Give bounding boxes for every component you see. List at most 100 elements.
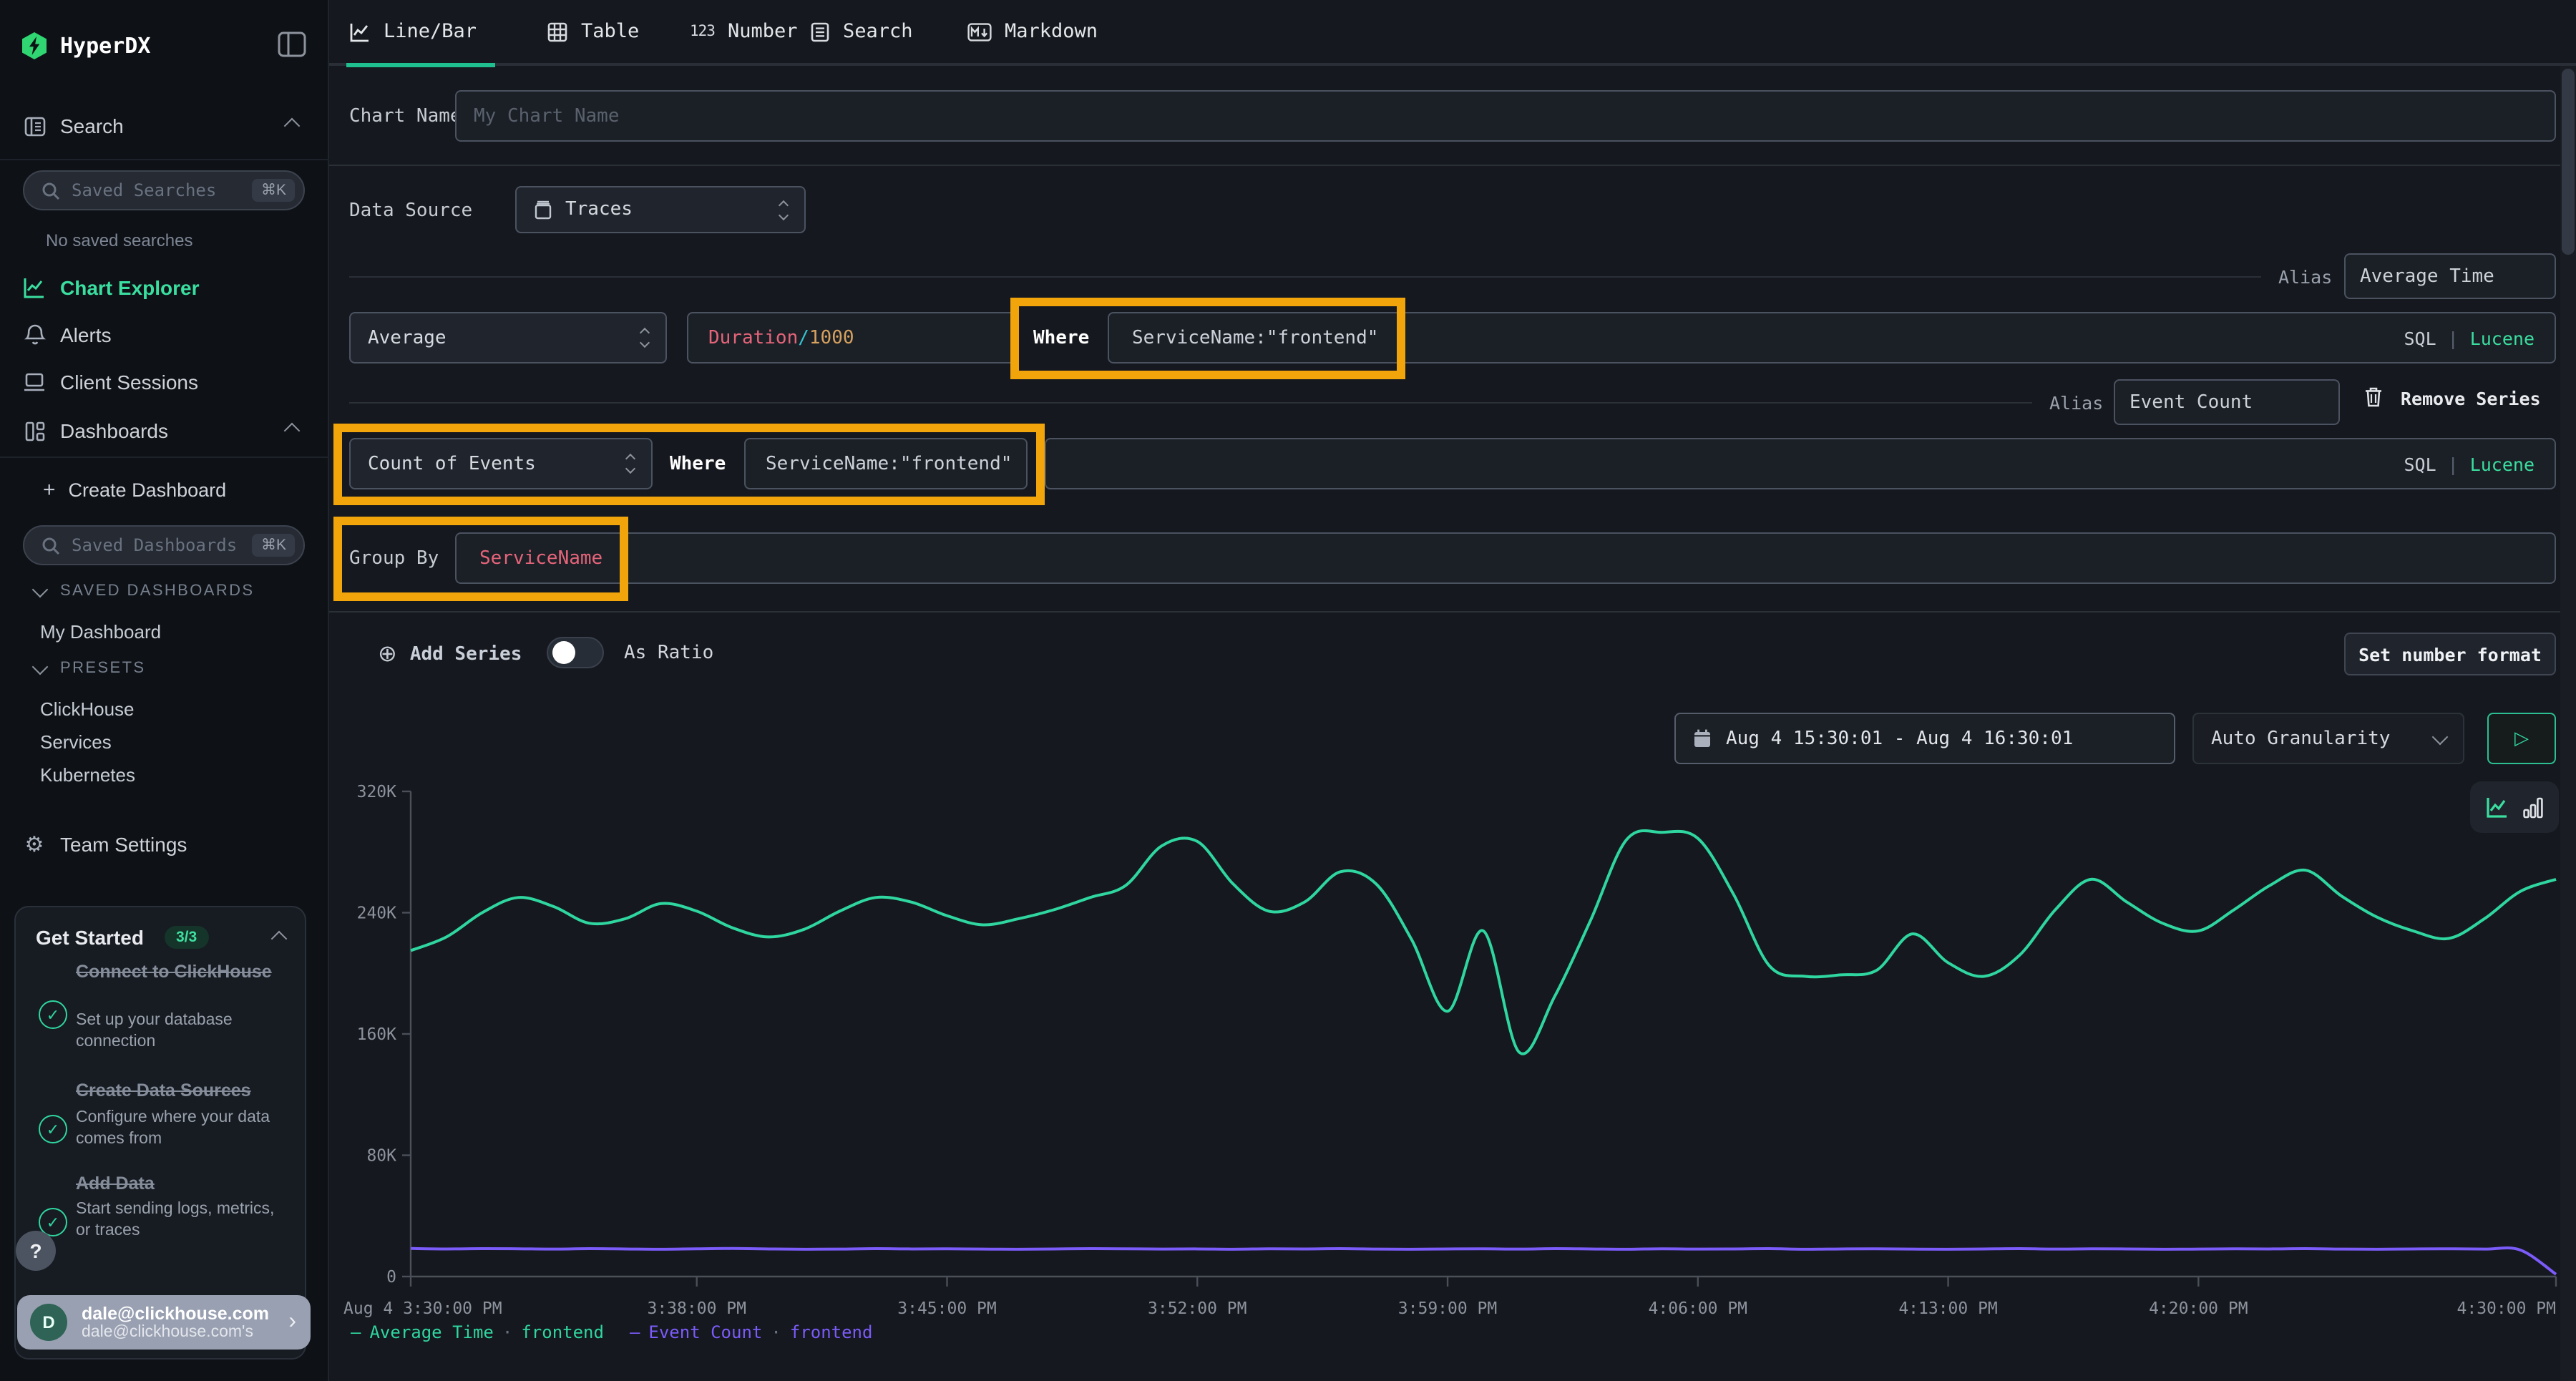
preset-label: ClickHouse: [40, 698, 135, 719]
tab-line-bar[interactable]: Line/Bar: [349, 0, 477, 63]
get-started-step-desc: Start sending logs, metrics, or traces: [76, 1199, 291, 1242]
search-section-icon: [23, 114, 46, 137]
lucene-mode-button[interactable]: Lucene: [2470, 327, 2534, 348]
series1-aggregation-select[interactable]: Average: [349, 312, 667, 363]
get-started-step-title[interactable]: Add Data: [76, 1173, 291, 1195]
add-series-button[interactable]: ⊕ Add Series: [378, 640, 522, 668]
granularity-select[interactable]: Auto Granularity: [2192, 713, 2464, 764]
separator: ·: [502, 1322, 512, 1342]
saved-dashboards-field[interactable]: [72, 535, 253, 555]
as-ratio-label: As Ratio: [624, 643, 713, 664]
saved-searches-input[interactable]: ⌘K: [23, 170, 305, 210]
series1-where-input[interactable]: ServiceName:"frontend" SQL | Lucene: [1108, 312, 2556, 363]
series2-aggregation-value: Count of Events: [368, 453, 536, 474]
series2-where-input[interactable]: ServiceName:"frontend": [744, 438, 1028, 489]
legend-swatch: —: [351, 1322, 361, 1342]
chart-name-input[interactable]: [457, 105, 2555, 127]
series2-where-label: Where: [670, 454, 726, 475]
legend-item[interactable]: —Event Count·frontend: [630, 1322, 873, 1342]
presets-section-header[interactable]: PRESETS: [34, 660, 146, 677]
data-source-label: Data Source: [349, 200, 472, 222]
svg-text:3:38:00 PM: 3:38:00 PM: [647, 1299, 746, 1318]
sidebar-item-alerts[interactable]: Alerts: [0, 315, 329, 355]
help-button[interactable]: ?: [16, 1231, 56, 1271]
no-saved-searches-text: No saved searches: [46, 230, 192, 250]
sidebar-item-kubernetes[interactable]: Kubernetes: [0, 754, 329, 794]
as-ratio-toggle[interactable]: [547, 637, 604, 668]
series1-where-value: ServiceName:"frontend": [1132, 327, 1378, 348]
sidebar-item-dashboards[interactable]: Dashboards: [0, 411, 329, 451]
svg-text:240K: 240K: [357, 904, 397, 923]
lucene-mode-button[interactable]: Lucene: [2470, 453, 2534, 474]
saved-dashboards-input[interactable]: ⌘K: [23, 525, 305, 565]
time-range-value: Aug 4 15:30:01 - Aug 4 16:30:01: [1726, 728, 2073, 749]
remove-series-label: Remove Series: [2401, 388, 2541, 409]
tab-search[interactable]: Search: [810, 0, 913, 63]
get-started-step-title[interactable]: Create Data Sources: [76, 1080, 291, 1102]
data-source-select[interactable]: Traces: [515, 186, 806, 233]
preset-label: Services: [40, 731, 112, 752]
avatar: D: [30, 1304, 67, 1341]
number-123-icon: 123: [690, 23, 715, 40]
sql-mode-button[interactable]: SQL: [2404, 327, 2436, 348]
time-series-chart[interactable]: 080K160K240K320KAug 4 3:30:00 PM3:38:00 …: [329, 773, 2576, 1338]
time-range-picker[interactable]: Aug 4 15:30:01 - Aug 4 16:30:01: [1674, 713, 2175, 764]
tab-table[interactable]: Table: [547, 0, 639, 63]
query-language-switch: SQL | Lucene: [2404, 453, 2555, 474]
preset-label: Kubernetes: [40, 763, 135, 785]
search-icon: [42, 181, 60, 200]
sidebar-item-team-settings[interactable]: ⚙ Team Settings: [0, 824, 329, 864]
series1-field-input[interactable]: Duration/1000: [687, 312, 1016, 363]
create-dashboard-label: Create Dashboard: [69, 479, 227, 500]
get-started-progress-badge: 3/3: [165, 926, 208, 949]
field-arg: 1000: [809, 327, 854, 348]
legend-series-group: frontend: [790, 1322, 873, 1342]
series2-alias-input[interactable]: [2115, 391, 2338, 413]
legend-item[interactable]: —Average Time·frontend: [351, 1322, 604, 1342]
tab-markdown[interactable]: Markdown: [967, 0, 1098, 63]
app: HyperDX Search ⌘K No saved searches: [0, 0, 2576, 1381]
sidebar-section-search[interactable]: Search: [0, 106, 329, 146]
series2-alias-input-box: [2114, 379, 2340, 425]
create-dashboard-button[interactable]: + Create Dashboard: [0, 469, 329, 509]
field-name: Duration: [708, 327, 798, 348]
svg-text:0: 0: [386, 1268, 396, 1287]
sidebar-item-chart-explorer[interactable]: Chart Explorer: [0, 268, 329, 308]
user-profile-chip[interactable]: D dale@clickhouse.com dale@clickhouse.co…: [17, 1295, 311, 1350]
chevron-right-icon: ›: [288, 1309, 296, 1335]
saved-searches-field[interactable]: [72, 180, 253, 200]
series2-query-box[interactable]: SQL | Lucene: [1045, 438, 2556, 489]
remove-series-button[interactable]: Remove Series: [2364, 386, 2541, 412]
chevron-up-icon[interactable]: [271, 931, 288, 947]
sidebar-item-label: Client Sessions: [60, 371, 198, 394]
collapse-sidebar-icon[interactable]: [278, 31, 306, 57]
scrollbar[interactable]: [2560, 66, 2576, 1381]
series2-aggregation-select[interactable]: Count of Events: [349, 438, 653, 489]
get-started-step-title[interactable]: Connect to ClickHouse: [76, 962, 291, 983]
saved-dashboards-section-header[interactable]: SAVED DASHBOARDS: [34, 582, 255, 600]
tab-label: Markdown: [1005, 20, 1098, 43]
svg-text:4:06:00 PM: 4:06:00 PM: [1649, 1299, 1747, 1318]
legend-series-name: Average Time: [369, 1322, 493, 1342]
sidebar-item-my-dashboard[interactable]: My Dashboard: [0, 611, 329, 651]
run-query-button[interactable]: ▷: [2487, 713, 2556, 764]
dashboards-icon: [23, 419, 46, 442]
select-chevrons-icon: [627, 455, 634, 472]
tab-number[interactable]: 123 Number: [690, 0, 798, 63]
section-label: SAVED DASHBOARDS: [60, 582, 255, 600]
divider: [349, 402, 2032, 404]
sidebar: HyperDX Search ⌘K No saved searches: [0, 0, 329, 1381]
sidebar-item-label: Alerts: [60, 323, 112, 346]
series1-alias-input[interactable]: [2346, 265, 2555, 287]
select-chevrons-icon: [641, 329, 648, 346]
sidebar-item-client-sessions[interactable]: Client Sessions: [0, 362, 329, 402]
svg-text:Aug 4 3:30:00 PM: Aug 4 3:30:00 PM: [343, 1299, 502, 1318]
sql-mode-button[interactable]: SQL: [2404, 453, 2436, 474]
bell-icon: [23, 323, 46, 346]
markdown-icon: [967, 22, 992, 41]
scrollbar-thumb[interactable]: [2562, 69, 2575, 255]
group-by-input[interactable]: ServiceName: [455, 532, 2556, 584]
set-number-format-button[interactable]: Set number format: [2344, 633, 2556, 675]
user-email: dale@clickhouse.com: [82, 1303, 269, 1323]
search-icon: [42, 536, 60, 555]
